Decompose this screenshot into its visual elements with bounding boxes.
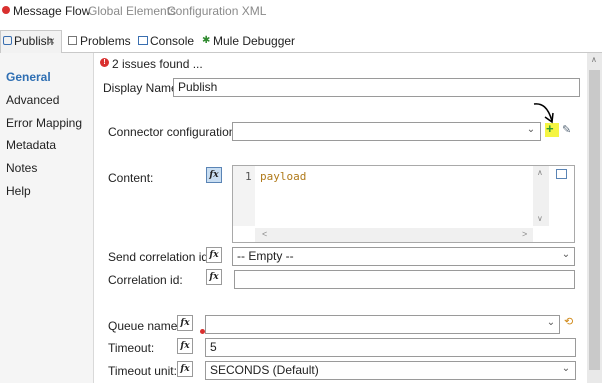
correlation-id-label: Correlation id: <box>108 273 183 287</box>
queue-name-dropdown-icon[interactable]: ⌄ <box>543 317 559 328</box>
issues-text[interactable]: 2 issues found ... <box>112 57 203 71</box>
content-fx-toggle[interactable]: fx <box>206 167 222 183</box>
queue-name-label: Queue name: <box>108 319 181 333</box>
scroll-right-icon[interactable]: > <box>522 229 527 239</box>
sidebar-item-general[interactable]: General <box>6 70 51 84</box>
display-name-input[interactable]: Publish <box>173 78 580 97</box>
timeout-unit-label: Timeout unit: <box>108 364 177 378</box>
scroll-up-icon[interactable]: ∧ <box>537 168 543 177</box>
line-number: 1 <box>245 170 252 183</box>
issues-error-icon: ! <box>100 58 109 67</box>
send-correlation-dropdown-icon[interactable]: ⌄ <box>558 249 574 260</box>
tab-problems[interactable]: Problems <box>80 34 131 48</box>
timeout-input[interactable]: 5 <box>205 338 576 357</box>
editor-gutter <box>233 166 255 226</box>
display-name-label: Display Name: <box>103 81 182 95</box>
correlation-id-fx-toggle[interactable]: fx <box>206 269 222 285</box>
tab-console[interactable]: Console <box>150 34 194 48</box>
send-correlation-fx-toggle[interactable]: fx <box>206 247 222 263</box>
console-icon <box>138 36 148 45</box>
timeout-unit-fx-toggle[interactable]: fx <box>177 361 193 377</box>
scroll-down-icon[interactable]: ∨ <box>537 214 543 223</box>
connector-config-label: Connector configuration: <box>108 125 239 139</box>
expand-editor-icon[interactable] <box>556 169 567 179</box>
panel-scroll-up-icon[interactable]: ∧ <box>591 55 597 64</box>
refresh-icon[interactable]: ⟲ <box>564 315 573 328</box>
queue-name-fx-toggle[interactable]: fx <box>177 315 193 331</box>
sidebar-item-advanced[interactable]: Advanced <box>6 93 59 107</box>
annotation-arrow-icon <box>533 103 554 124</box>
editor-horizontal-scrollbar[interactable] <box>255 228 533 242</box>
tab-configuration-xml[interactable]: Configuration XML <box>167 4 266 18</box>
edit-connector-config-icon[interactable]: ✎ <box>562 123 571 136</box>
connector-config-dropdown-icon[interactable]: ⌄ <box>523 124 539 135</box>
sidebar-item-help[interactable]: Help <box>6 184 31 198</box>
panel-scroll-thumb[interactable] <box>589 70 600 370</box>
sidebar-item-error-mapping[interactable]: Error Mapping <box>6 116 82 130</box>
sidebar-item-notes[interactable]: Notes <box>6 161 37 175</box>
queue-name-input[interactable] <box>205 315 560 334</box>
tab-publish-close-icon[interactable]: × <box>48 34 55 48</box>
scroll-left-icon[interactable]: < <box>262 229 267 239</box>
timeout-unit-select[interactable]: SECONDS (Default) <box>205 361 576 380</box>
sidebar-item-metadata[interactable]: Metadata <box>6 138 56 152</box>
tab-message-flow[interactable]: Message Flow <box>13 4 90 18</box>
debugger-icon: ✱ <box>202 35 211 46</box>
content-code[interactable]: payload <box>260 170 306 183</box>
content-label: Content: <box>108 171 154 185</box>
publish-icon <box>3 36 12 45</box>
connector-config-select[interactable] <box>232 122 541 141</box>
error-badge-icon <box>2 6 10 14</box>
send-correlation-label: Send correlation id: <box>108 250 212 264</box>
timeout-label: Timeout: <box>108 341 155 355</box>
tab-mule-debugger[interactable]: Mule Debugger <box>213 34 295 48</box>
problems-icon <box>68 36 77 45</box>
tab-global-elements[interactable]: Global Elements <box>88 4 176 18</box>
timeout-unit-dropdown-icon[interactable]: ⌄ <box>558 363 574 374</box>
correlation-id-input[interactable] <box>234 270 575 289</box>
timeout-fx-toggle[interactable]: fx <box>177 338 193 354</box>
send-correlation-select[interactable]: -- Empty -- <box>232 247 575 266</box>
